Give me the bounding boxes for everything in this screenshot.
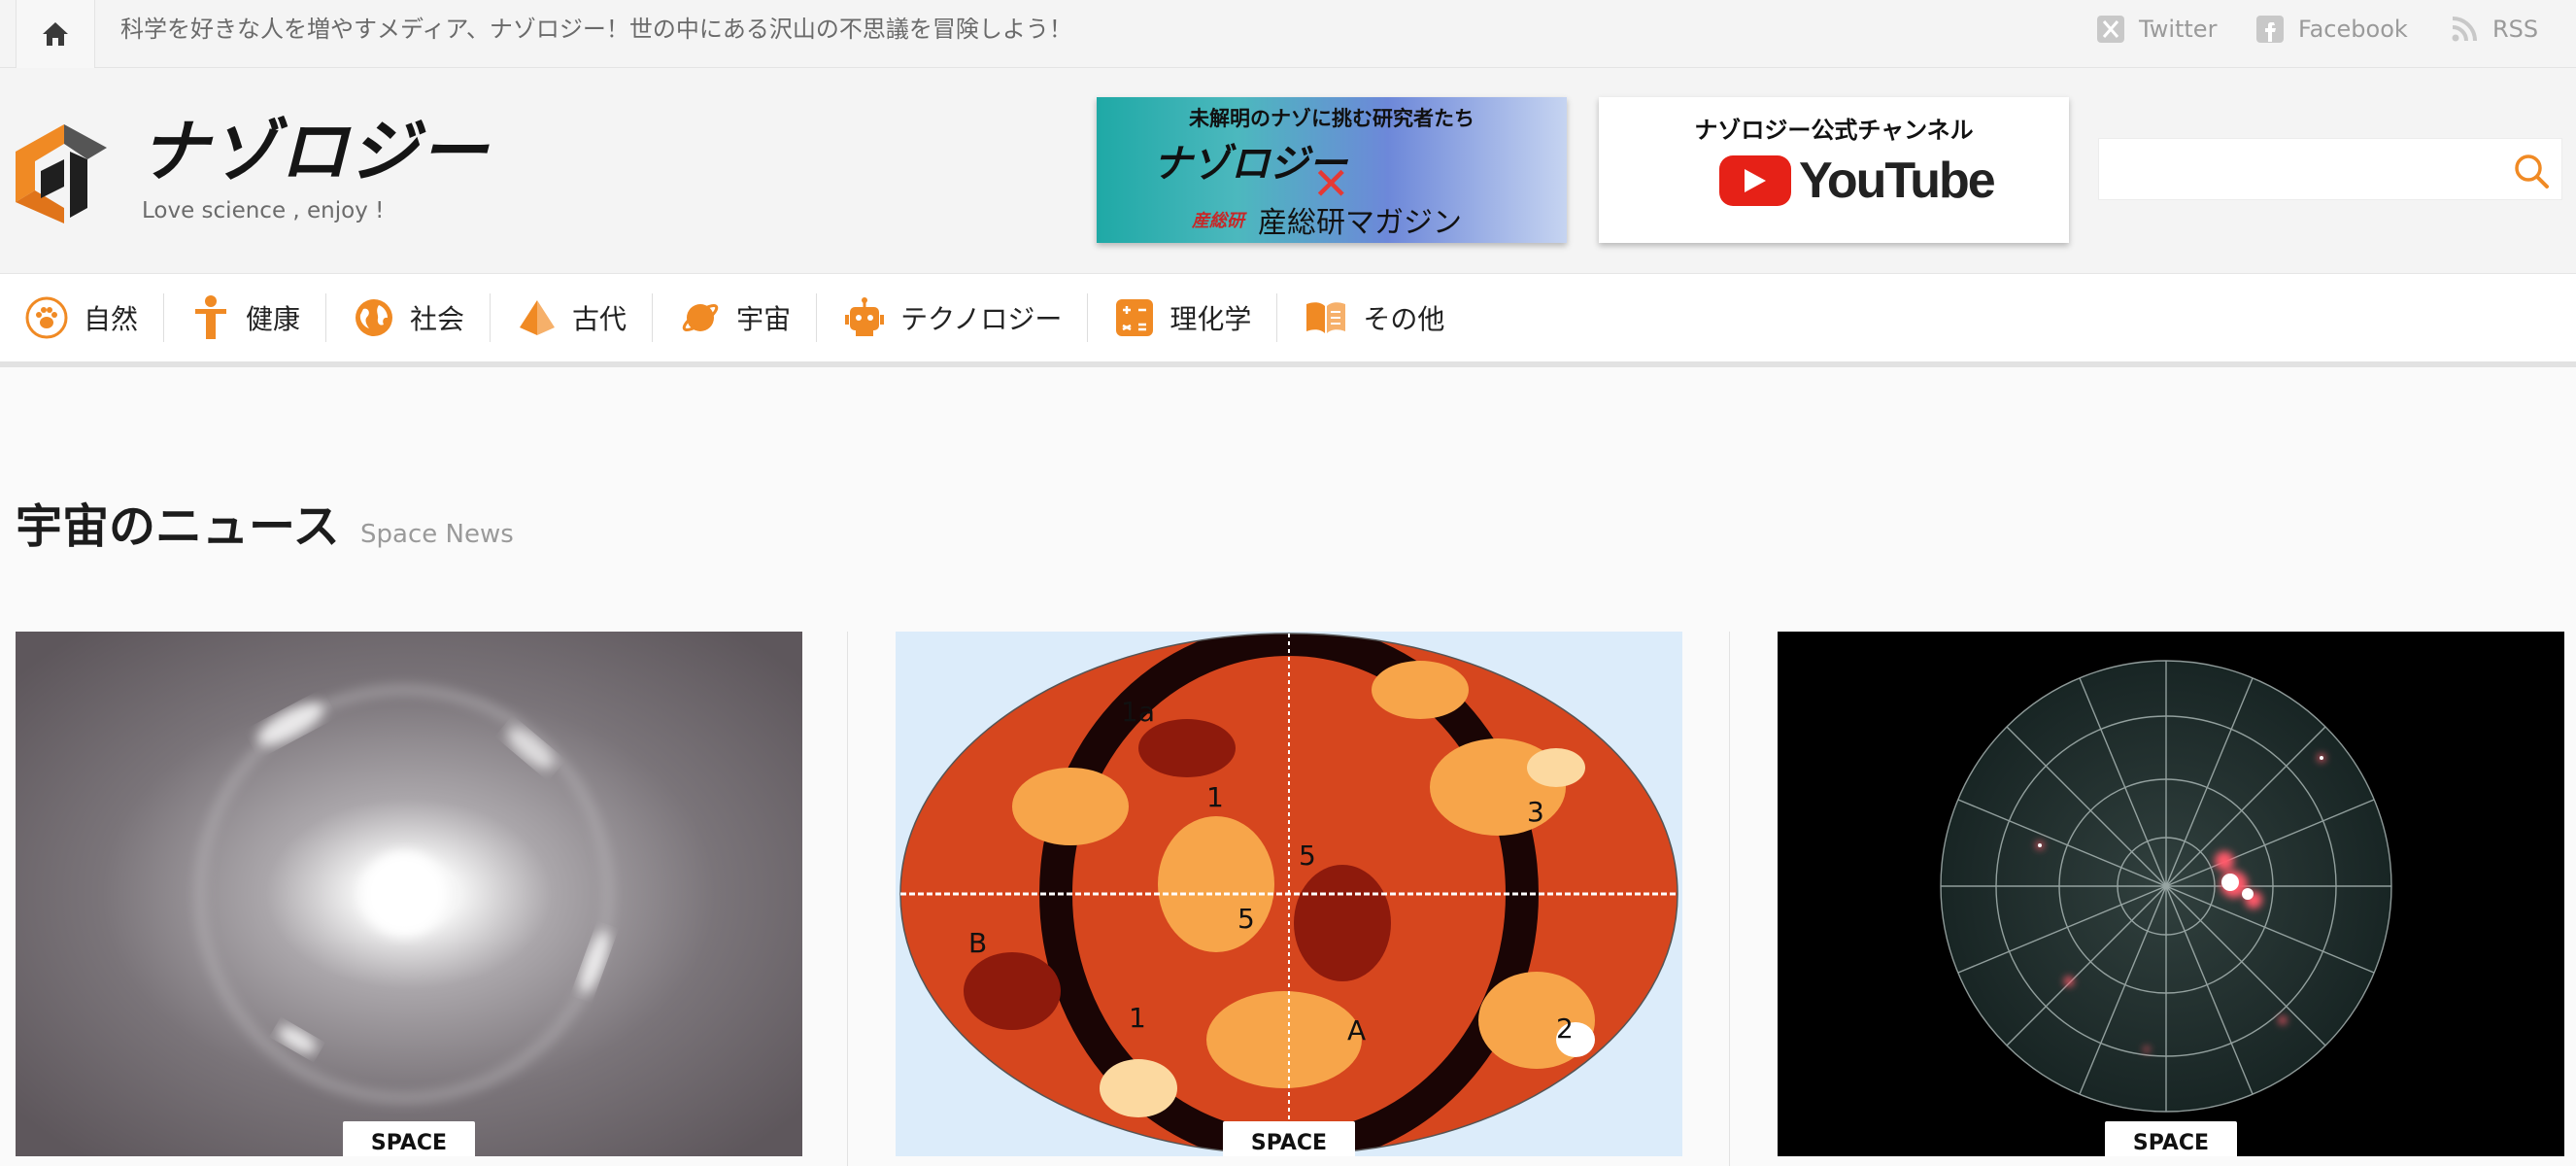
youtube-channel-banner[interactable]: ナゾロジー公式チャンネル YouTube [1599, 97, 2069, 243]
site-tagline: 科学を好きな人を増やすメディア、ナゾロジー！世の中にある沢山の不思議を冒険しよう… [120, 16, 1072, 43]
nav-item-other[interactable]: その他 [1305, 293, 1470, 342]
map-label: 1 [1206, 781, 1224, 813]
paw-icon [25, 296, 68, 339]
map-label: 1a [1121, 696, 1155, 728]
card-divider [1729, 632, 1730, 1166]
section-subtitle: Space News [360, 520, 514, 549]
nav-item-nature[interactable]: 自然 [25, 293, 165, 342]
news-card[interactable]: 1a 1 3 5 5 B 1 A 2 SPACE [896, 632, 1682, 1156]
person-icon [195, 295, 227, 339]
search-icon[interactable] [2513, 153, 2550, 189]
nav-item-health[interactable]: 健康 [191, 293, 327, 342]
category-badge[interactable]: SPACE [343, 1121, 475, 1156]
x-icon [2097, 16, 2124, 43]
map-label: 1 [1129, 1002, 1146, 1034]
aist-magazine-name: 産総研マガジン [1258, 206, 1462, 240]
nav-label: 自然 [84, 303, 139, 335]
facebook-icon [2256, 16, 2284, 43]
nav-item-space[interactable]: 宇宙 [680, 293, 818, 342]
map-label: B [968, 927, 987, 959]
globe-icon [356, 299, 393, 336]
robot-icon [845, 297, 885, 336]
polar-sky-image[interactable] [1778, 632, 2564, 1156]
youtube-wordmark: YouTube [1799, 153, 1996, 209]
map-label: 3 [1527, 796, 1544, 828]
sky-map-image[interactable]: 1a 1 3 5 5 B 1 A 2 [896, 632, 1682, 1156]
category-badge[interactable]: SPACE [2105, 1121, 2237, 1156]
nav-label: 社会 [410, 303, 465, 335]
logo-subtitle: Love science , enjoy ! [142, 198, 385, 223]
nav-label: 古代 [572, 303, 627, 335]
home-icon [43, 22, 68, 46]
nav-label: 宇宙 [736, 303, 792, 335]
map-label: 5 [1237, 903, 1255, 935]
news-card[interactable]: SPACE [1778, 632, 2564, 1156]
facebook-label: Facebook [2298, 16, 2408, 43]
nav-label: 健康 [246, 303, 301, 335]
map-label: 5 [1299, 840, 1316, 872]
nav-item-ancient[interactable]: 古代 [518, 293, 654, 342]
aist-brand-label: 産総研 [1192, 211, 1244, 231]
map-label: A [1347, 1014, 1366, 1046]
search-box[interactable] [2098, 138, 2562, 200]
search-input[interactable] [2099, 139, 2488, 199]
top-bar: 科学を好きな人を増やすメディア、ナゾロジー！世の中にある沢山の不思議を冒険しよう… [0, 0, 2576, 68]
aist-magazine-banner[interactable]: 未解明のナゾに挑む研究者たち ナゾロジー ✕ 産総研 産総研マガジン [1097, 97, 1567, 243]
rss-icon [2452, 17, 2477, 42]
calculator-icon [1116, 299, 1154, 336]
nav-label: その他 [1363, 303, 1445, 335]
section-title: 宇宙のニュース [16, 499, 340, 554]
youtube-logo: YouTube [1719, 152, 1996, 210]
twitter-label: Twitter [2139, 16, 2218, 43]
aist-banner-headline: 未解明のナゾに挑む研究者たち [1189, 107, 1474, 130]
play-icon [1719, 155, 1791, 206]
news-card[interactable]: SPACE [16, 632, 802, 1156]
nav-item-science[interactable]: 理化学 [1115, 293, 1278, 342]
logo-mark-icon[interactable] [14, 122, 115, 223]
einstein-ring-image[interactable] [16, 632, 802, 1156]
nav-label: テクノロジー [900, 303, 1063, 335]
home-button[interactable] [16, 0, 95, 68]
nav-item-society[interactable]: 社会 [354, 293, 491, 342]
pyramid-icon [520, 300, 556, 335]
nav-item-technology[interactable]: テクノロジー [844, 293, 1089, 342]
logo-text[interactable]: ナゾロジー [140, 111, 490, 192]
map-label: 2 [1556, 1012, 1574, 1045]
twitter-link[interactable]: Twitter [2096, 14, 2217, 45]
rss-link[interactable]: RSS [2450, 14, 2538, 45]
category-badge[interactable]: SPACE [1223, 1121, 1355, 1156]
facebook-link[interactable]: Facebook [2255, 14, 2408, 45]
book-icon [1306, 302, 1346, 333]
card-divider [847, 632, 848, 1166]
site-header: ナゾロジー Love science , enjoy ! 未解明のナゾに挑む研究… [0, 68, 2576, 274]
nav-label: 理化学 [1169, 303, 1252, 335]
category-nav: 自然 健康 社会 古代 宇宙 テクノロジー 理化学 その他 [0, 274, 2576, 367]
planet-icon [682, 304, 719, 331]
rss-label: RSS [2492, 16, 2539, 43]
youtube-banner-title: ナゾロジー公式チャンネル [1694, 117, 1974, 144]
